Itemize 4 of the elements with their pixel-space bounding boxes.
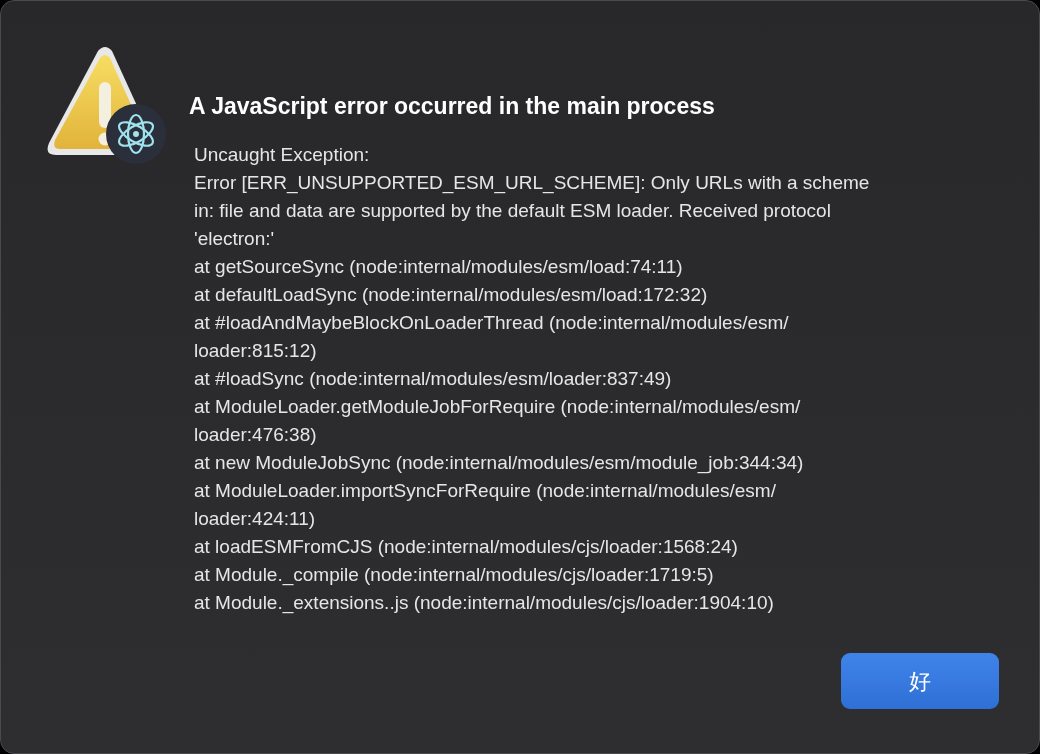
ok-button[interactable]: 好	[841, 653, 999, 709]
error-message: Uncaught Exception: Error [ERR_UNSUPPORTED_ESM_URL_SCHEME]: Only URLs with a scheme in: file and data are supported by the default ESM loader. Received protocol 'electron:' at getSourceSync (node:internal/modules/esm/load:74:11) at defaultLoadSync (node:internal/modules/esm/load:172:32) at #loadAndMaybeBlockOnLoaderThread (node:internal/modules/esm/ loader:815:12) at #loadSync (node:internal/modules/esm/loader:837:49) at ModuleLoader.getModuleJobForRequire (node:internal/modules/esm/ loader:476:38) at new ModuleJobSync (node:internal/modules/esm/module_job:344:34) at ModuleLoader.importSyncForRequire (node:internal/modules/esm/ loader:424:11) at loadESMFromCJS (node:internal/modules/cjs/loader:1568:24) at Module._compile (node:internal/modules/cjs/loader:1719:5) at Module._extensions..js (node:internal/modules/cjs/loader:1904:10)	[194, 143, 871, 616]
warning-icon	[46, 45, 168, 167]
dialog-title: A JavaScript error occurred in the main process	[189, 92, 716, 121]
